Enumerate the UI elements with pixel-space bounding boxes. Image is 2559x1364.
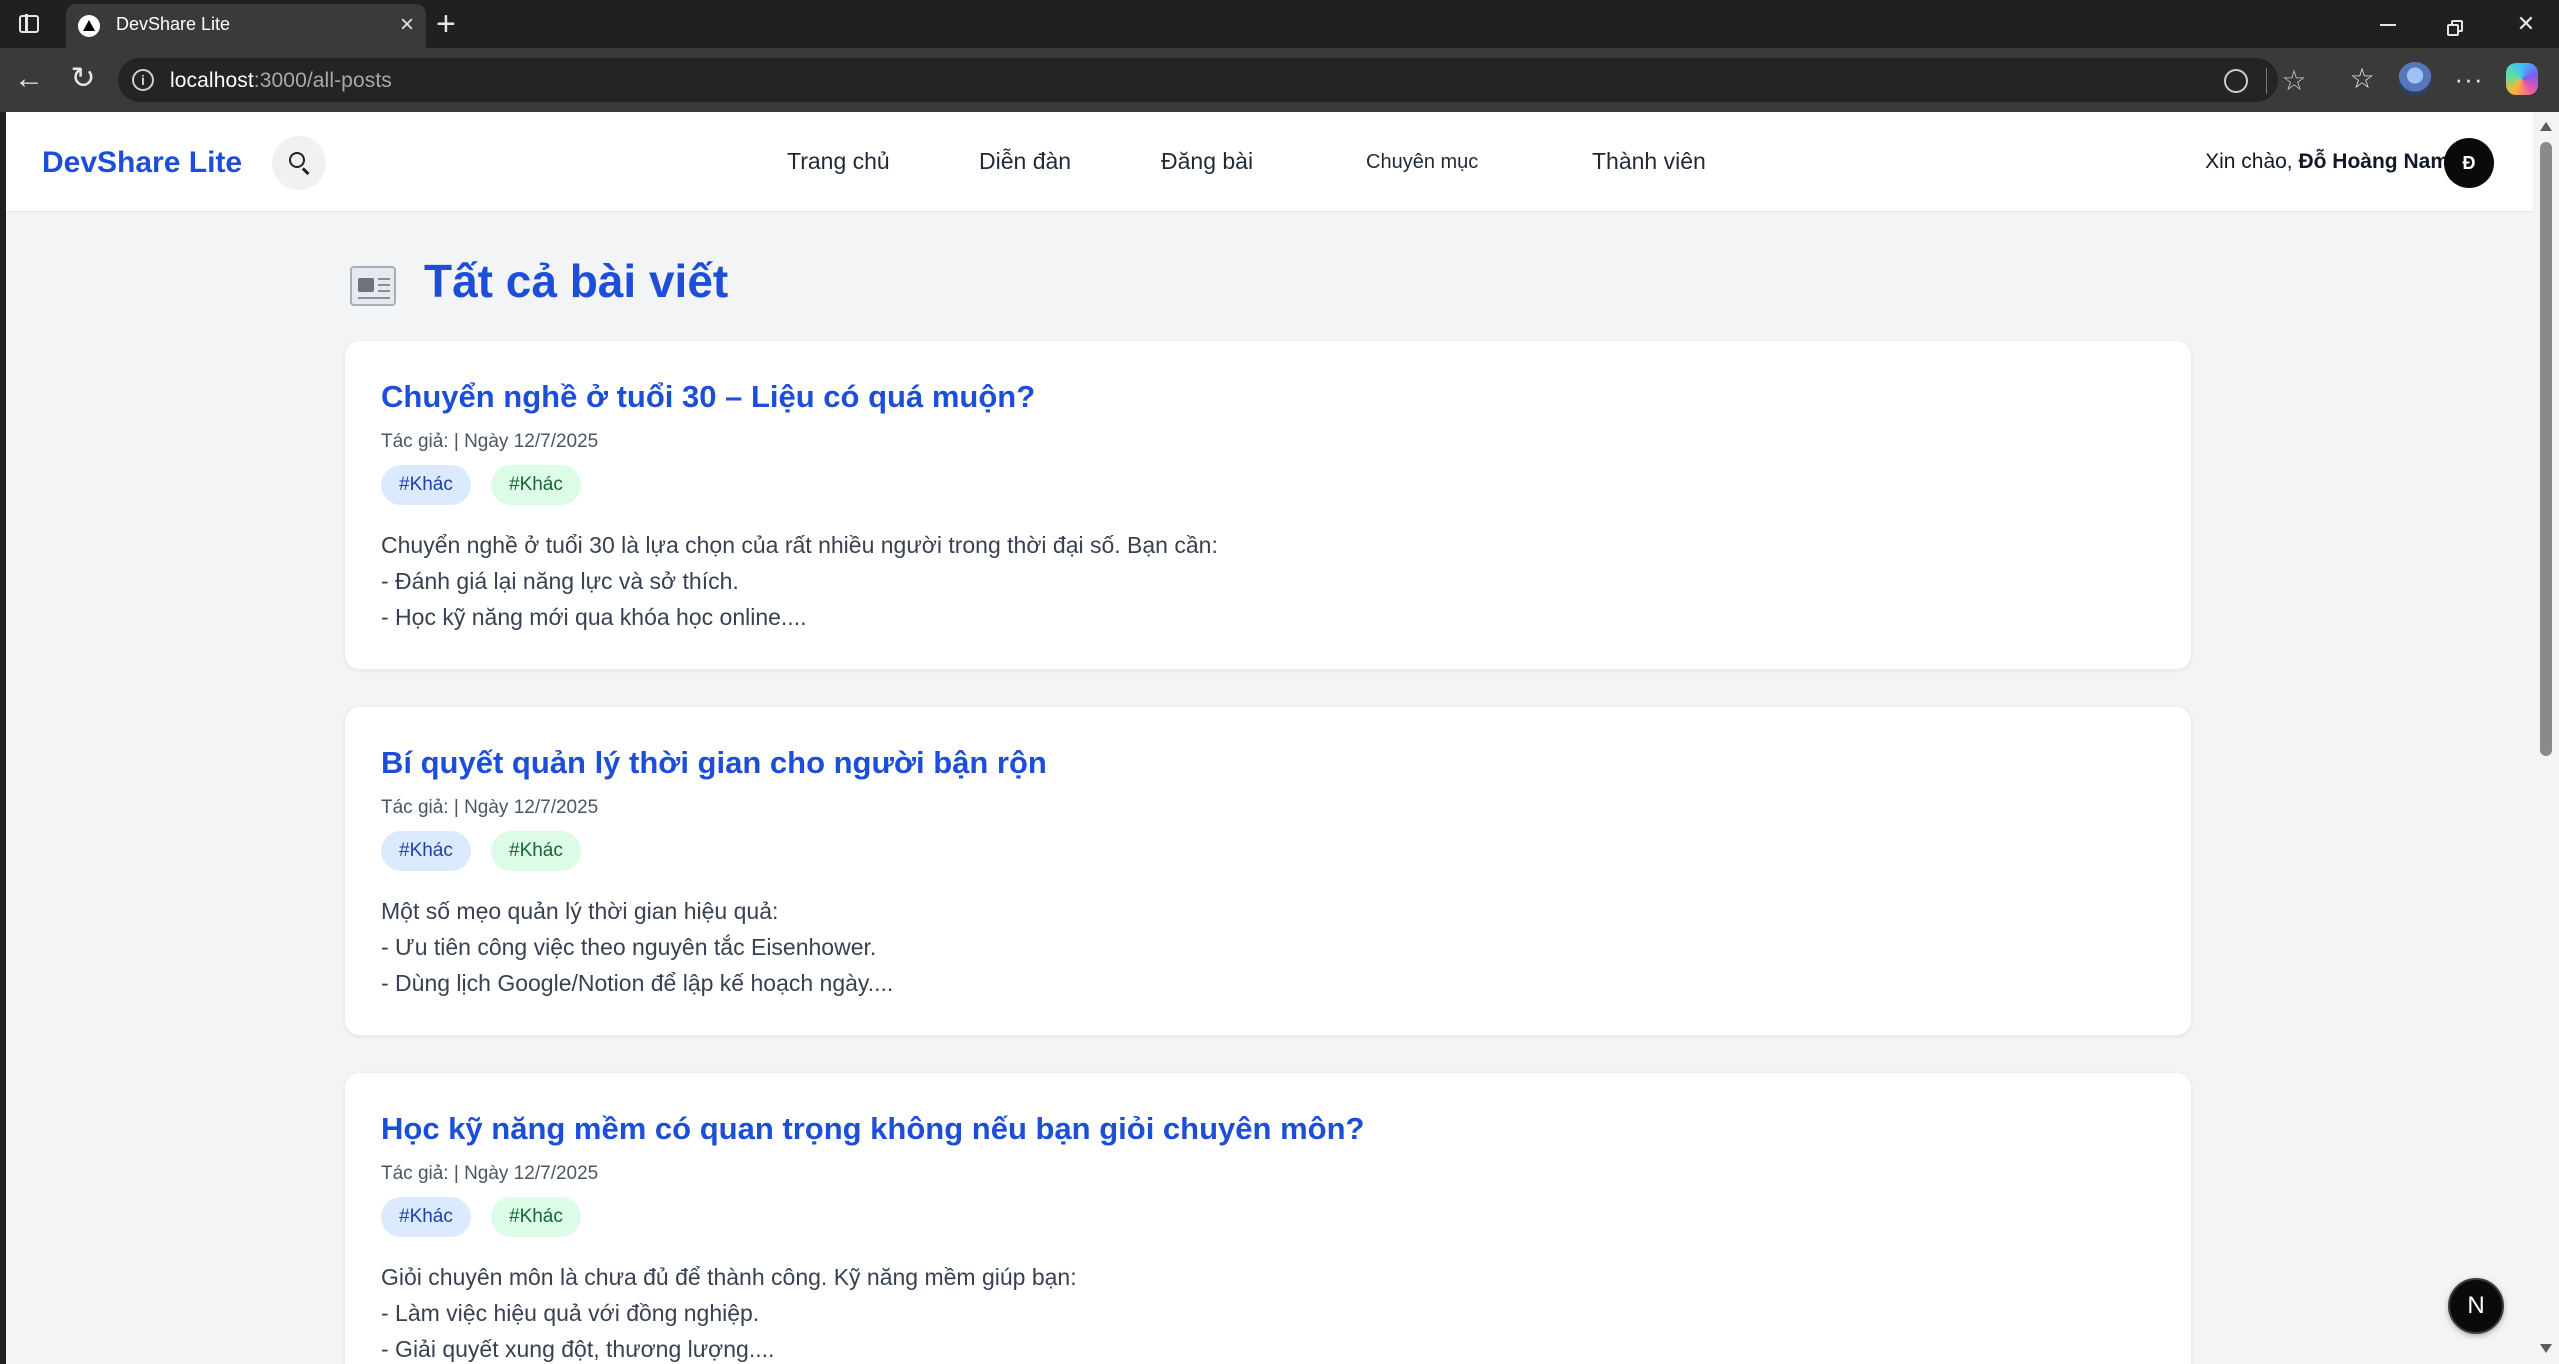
restore-button[interactable] [2426,6,2486,42]
nav-link-categories[interactable]: Chuyên mục [1366,151,1478,174]
post-card: Chuyển nghề ở tuổi 30 – Liệu có quá muộn… [344,340,2192,670]
tab-actions-icon[interactable] [14,10,44,38]
post-meta: Tác giả: | Ngày 12/7/2025 [381,1163,599,1184]
url-text[interactable]: localhost:3000/all-posts [170,69,392,93]
page-viewport: DevShare Lite Trang chủ Diễn đàn Đăng bà… [6,112,2533,1364]
browser-tab[interactable]: DevShare Lite × [66,4,426,48]
site-header: DevShare Lite Trang chủ Diễn đàn Đăng bà… [6,112,2533,212]
site-info-icon[interactable]: i [132,69,154,91]
post-title-link[interactable]: Chuyển nghề ở tuổi 30 – Liệu có quá muộn… [381,379,1035,415]
nav-link-create-post[interactable]: Đăng bài [1161,148,1253,175]
topic-tag[interactable]: #Khác [491,1197,581,1237]
scroll-up-arrow-icon[interactable] [2540,122,2552,131]
nextjs-favicon-icon [78,15,100,37]
post-title-link[interactable]: Học kỹ năng mềm có quan trọng không nếu … [381,1111,1364,1147]
browser-titlebar: DevShare Lite × + ✕ [0,0,2559,48]
user-name: Đỗ Hoàng Nam [2298,150,2449,173]
browser-toolbar: ← ↻ i localhost:3000/all-posts ☆ ☆ ··· [0,48,2559,112]
post-meta: Tác giả: | Ngày 12/7/2025 [381,431,599,452]
nav-link-members[interactable]: Thành viên [1592,148,1706,175]
immersive-reader-icon[interactable] [2222,67,2250,95]
nextjs-dev-badge[interactable]: N [2448,1278,2504,1334]
post-title-link[interactable]: Bí quyết quản lý thời gian cho người bận… [381,745,1047,781]
page-title: Tất cả bài viết [424,255,729,307]
search-icon [289,152,305,168]
user-avatar[interactable]: Đ [2444,138,2494,188]
search-button[interactable] [272,136,326,190]
category-tag[interactable]: #Khác [381,465,471,505]
category-tag[interactable]: #Khác [381,831,471,871]
address-bar-divider [2266,68,2267,94]
close-window-button[interactable]: ✕ [2496,6,2556,42]
topic-tag[interactable]: #Khác [491,465,581,505]
reload-icon[interactable]: ↻ [66,62,100,96]
newspaper-icon [350,266,396,306]
post-excerpt: Một số mẹo quản lý thời gian hiệu quả: -… [381,898,894,996]
post-excerpt: Chuyển nghề ở tuổi 30 là lựa chọn của rấ… [381,532,1218,630]
post-meta: Tác giả: | Ngày 12/7/2025 [381,797,599,818]
tab-close-icon[interactable]: × [400,12,414,38]
tab-title: DevShare Lite [116,14,231,34]
user-greeting: Xin chào, Đỗ Hoàng Nam [2205,150,2449,173]
profile-avatar-icon[interactable] [2398,62,2432,96]
scroll-down-arrow-icon[interactable] [2540,1344,2552,1353]
minimize-button[interactable] [2356,6,2416,42]
favorite-star-icon[interactable]: ☆ [2280,67,2308,95]
nav-link-forum[interactable]: Diễn đàn [979,148,1071,175]
new-tab-icon[interactable]: + [436,6,456,42]
post-card: Bí quyết quản lý thời gian cho người bận… [344,706,2192,1036]
post-card: Học kỹ năng mềm có quan trọng không nếu … [344,1072,2192,1364]
back-arrow-icon[interactable]: ← [12,62,46,96]
scrollbar-thumb[interactable] [2540,142,2552,756]
copilot-icon[interactable] [2506,63,2538,95]
topic-tag[interactable]: #Khác [491,831,581,871]
page-scrollbar[interactable] [2533,112,2559,1364]
nav-link-home[interactable]: Trang chủ [787,148,890,175]
category-tag[interactable]: #Khác [381,1197,471,1237]
favorites-icon[interactable]: ☆ [2345,62,2379,96]
more-options-icon[interactable]: ··· [2452,62,2486,96]
post-excerpt: Giỏi chuyên môn là chưa đủ để thành công… [381,1264,1077,1362]
site-logo[interactable]: DevShare Lite [42,146,242,180]
address-bar[interactable]: i localhost:3000/all-posts ☆ [118,58,2307,102]
